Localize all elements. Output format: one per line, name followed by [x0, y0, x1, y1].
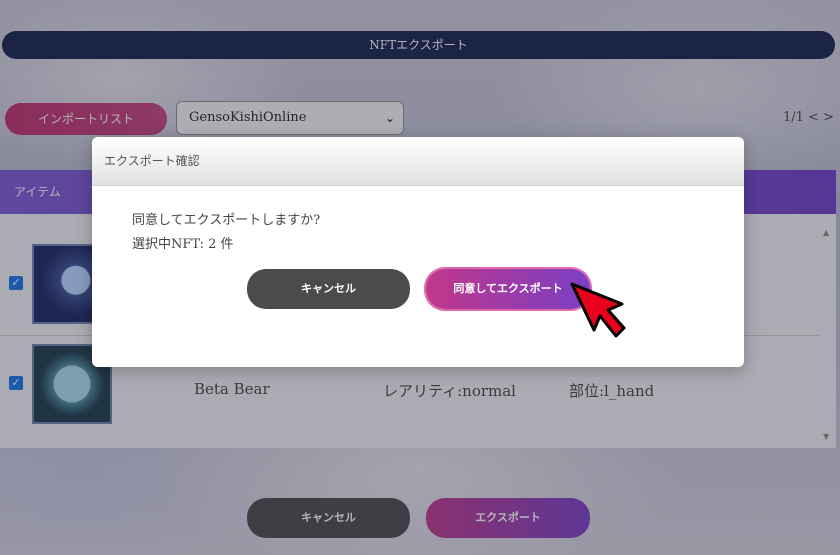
- dialog-cancel-button[interactable]: キャンセル: [247, 269, 410, 309]
- export-confirm-dialog: エクスポート確認 同意してエクスポートしますか? 選択中NFT: 2 件 キャン…: [92, 137, 744, 367]
- dialog-message: 同意してエクスポートしますか?: [132, 213, 321, 228]
- dialog-title: エクスポート確認: [92, 137, 744, 186]
- agree-export-button[interactable]: 同意してエクスポート: [426, 269, 590, 309]
- pointer-arrow-icon: [570, 282, 626, 338]
- selected-count: 選択中NFT: 2 件: [132, 237, 234, 252]
